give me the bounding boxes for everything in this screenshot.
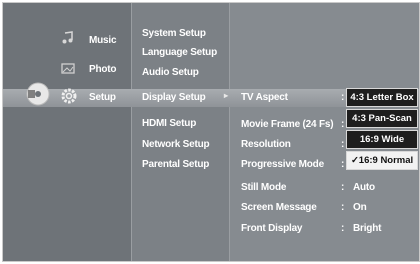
option-169-wide[interactable]: 16:9 Wide (346, 130, 418, 149)
photo-icon (61, 63, 75, 74)
row-front-display-label[interactable]: Front Display (241, 223, 302, 234)
setup-item-parental[interactable]: Parental Setup (142, 159, 209, 170)
option-43-letter-box[interactable]: 4:3 Letter Box (346, 88, 418, 107)
row-screen-message-label[interactable]: Screen Message (241, 202, 317, 213)
setup-item-language[interactable]: Language Setup (142, 47, 217, 58)
row-front-display-sep: : (341, 223, 345, 234)
row-progressive-sep: : (341, 159, 345, 170)
disc-icon (26, 82, 50, 106)
option-169-normal[interactable]: ✓ 16:9 Normal (346, 151, 418, 170)
row-screen-message-value: On (353, 202, 367, 213)
row-movie-frame-sep: : (341, 119, 345, 130)
gear-icon (61, 88, 77, 104)
option-label: 4:3 Letter Box (350, 92, 414, 103)
row-progressive-label[interactable]: Progressive Mode (241, 159, 324, 170)
row-still-mode-label[interactable]: Still Mode (241, 182, 286, 193)
arrow-right-icon: ▸ (224, 91, 228, 100)
row-resolution-sep: : (341, 139, 345, 150)
music-note-icon (62, 31, 73, 44)
setup-item-hdmi[interactable]: HDMI Setup (142, 118, 196, 129)
main-menu-photo[interactable]: Photo (89, 64, 117, 75)
option-43-pan-scan[interactable]: 4:3 Pan-Scan (346, 109, 418, 128)
option-label: 16:9 Wide (359, 134, 405, 145)
row-still-mode-sep: : (341, 182, 345, 193)
setup-item-audio[interactable]: Audio Setup (142, 67, 199, 78)
option-label: 4:3 Pan-Scan (352, 113, 412, 124)
row-tv-aspect-label[interactable]: TV Aspect (241, 92, 288, 103)
row-screen-message-sep: : (341, 202, 345, 213)
tv-aspect-options-popup: 4:3 Letter Box 4:3 Pan-Scan 16:9 Wide ✓ … (346, 88, 418, 172)
main-menu-setup[interactable]: Setup (89, 92, 116, 103)
row-resolution-label[interactable]: Resolution (241, 139, 291, 150)
row-tv-aspect-sep: : (341, 92, 345, 103)
main-menu-music[interactable]: Music (89, 35, 117, 46)
row-still-mode-value: Auto (353, 182, 375, 193)
setup-menu-column (131, 3, 230, 261)
row-front-display-value: Bright (353, 223, 382, 234)
option-label: 16:9 Normal (358, 155, 414, 166)
setup-item-display[interactable]: Display Setup (142, 92, 206, 103)
row-movie-frame-label[interactable]: Movie Frame (24 Fs) (241, 119, 334, 130)
setup-item-network[interactable]: Network Setup (142, 139, 210, 150)
setup-item-system[interactable]: System Setup (142, 28, 206, 39)
